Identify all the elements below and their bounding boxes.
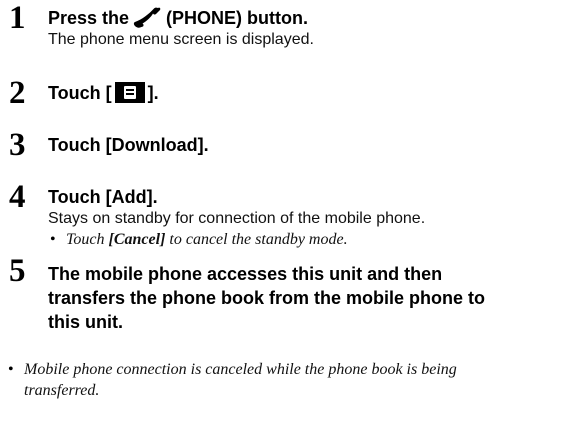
step-5-heading-line-1: The mobile phone accesses this unit and … — [48, 264, 443, 284]
step-4-body: Stays on standby for connection of the m… — [48, 210, 426, 227]
step-1-heading: Press the (PHONE) button. — [48, 6, 308, 30]
step-2-number: 2 — [9, 75, 26, 111]
step-1-body: The phone menu screen is displayed. — [48, 31, 314, 48]
step-1-heading-after: (PHONE) button. — [166, 8, 309, 28]
step-4-note: Touch [Cancel] to cancel the standby mod… — [66, 230, 348, 250]
step-4-note-cancel: [Cancel] — [108, 231, 166, 248]
step-5-heading-line-2: transfers the phone book from the mobile… — [48, 288, 486, 308]
step-1-heading-before: Press the — [48, 8, 130, 28]
step-2-heading-before: Touch [ — [48, 83, 112, 103]
footnote-line-1: Mobile phone connection is canceled whil… — [24, 361, 457, 378]
step-3-number: 3 — [9, 127, 26, 163]
step-1-number: 1 — [9, 0, 26, 36]
phone-handset-icon — [133, 7, 161, 28]
step-4-note-prefix: Touch — [66, 231, 109, 248]
step-4-heading: Touch [Add]. — [48, 187, 158, 207]
step-4-note-suffix: to cancel the standby mode. — [165, 231, 348, 248]
step-5-number: 5 — [9, 253, 26, 289]
step-2-heading-after: ]. — [147, 83, 159, 103]
step-4-number: 4 — [9, 179, 26, 215]
phone-book-icon — [114, 82, 145, 103]
footnote-bullet: • — [8, 361, 14, 378]
step-5-heading-line-3: this unit. — [48, 312, 123, 332]
step-4-note-bullet: • — [50, 231, 56, 248]
step-3-heading: Touch [Download]. — [48, 135, 209, 155]
footnote-line-2: transferred. — [24, 382, 100, 399]
step-2-heading: Touch []. — [48, 81, 159, 105]
